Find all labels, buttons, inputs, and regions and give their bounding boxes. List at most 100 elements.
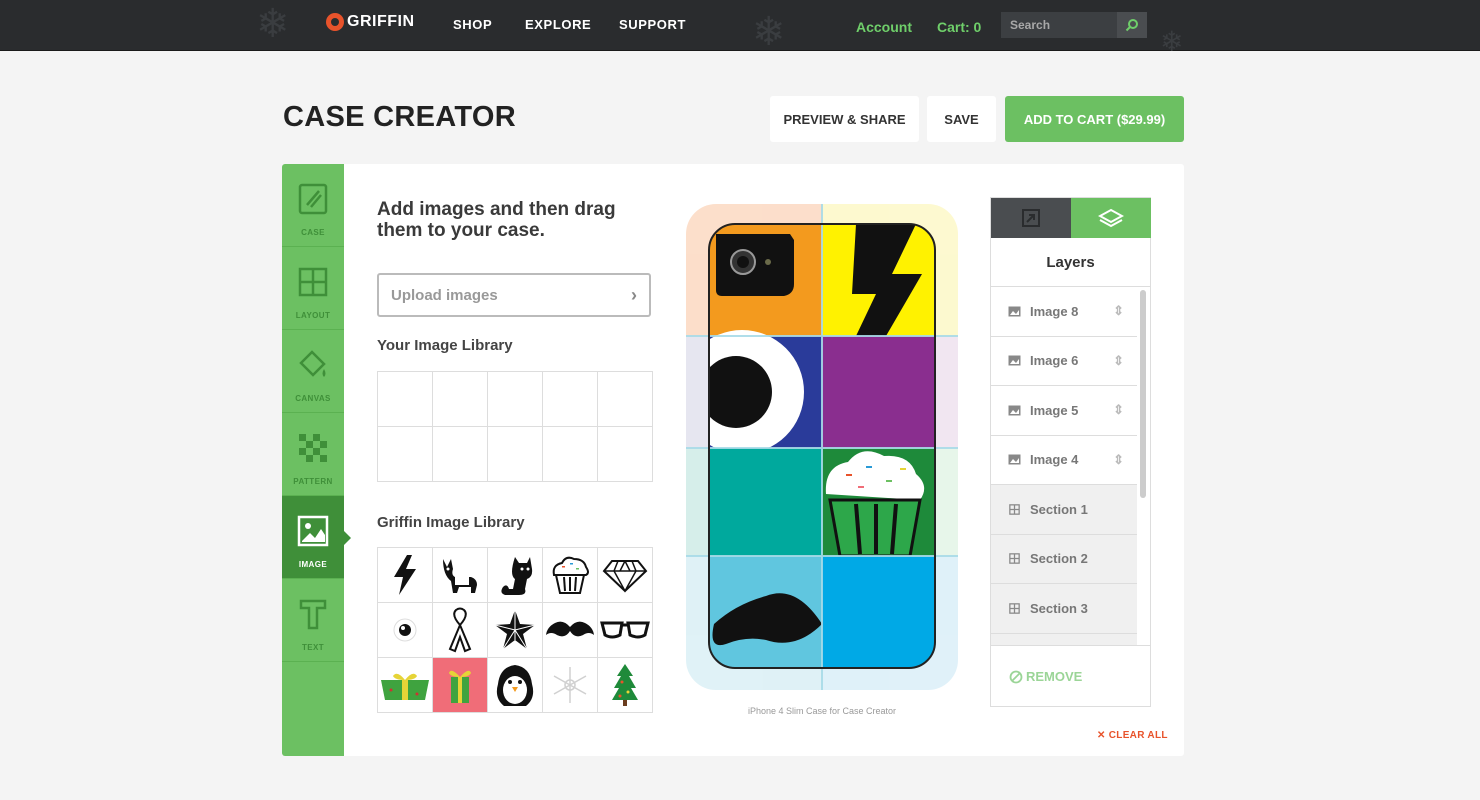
library-image[interactable] xyxy=(488,658,543,713)
layer-row[interactable]: Image 6 ⇕ xyxy=(991,337,1137,386)
glasses-icon xyxy=(600,621,650,639)
snowflake-decoration-icon: ❄ xyxy=(1160,25,1184,58)
search-button[interactable] xyxy=(1117,12,1147,38)
library-image[interactable] xyxy=(378,603,433,658)
add-to-cart-button[interactable]: ADD TO CART ($29.99) xyxy=(1005,96,1184,142)
case-section-8[interactable] xyxy=(822,556,938,670)
library-image[interactable] xyxy=(543,658,598,713)
sidebar-item-canvas[interactable]: CANVAS xyxy=(282,330,344,413)
section-grid-icon xyxy=(1009,602,1020,614)
your-image-library-grid xyxy=(377,371,653,482)
layers-title: Layers xyxy=(991,238,1150,287)
empty-library-slot[interactable] xyxy=(378,427,433,482)
library-image[interactable] xyxy=(488,548,543,603)
drag-handle-icon[interactable]: ⇕ xyxy=(1113,353,1124,369)
resize-icon xyxy=(1022,209,1040,227)
cart-link[interactable]: Cart: 0 xyxy=(937,19,981,35)
library-image[interactable] xyxy=(488,603,543,658)
empty-library-slot[interactable] xyxy=(543,427,598,482)
drag-handle-icon[interactable]: ⇕ xyxy=(1113,452,1124,468)
library-image[interactable] xyxy=(598,658,653,713)
nav-link-explore[interactable]: EXPLORE xyxy=(525,17,591,32)
sidebar-item-image[interactable]: IMAGE xyxy=(282,496,351,579)
nautical-star-icon xyxy=(494,610,536,650)
layer-row[interactable]: Section 3 xyxy=(991,584,1137,634)
sidebar-item-label: PATTERN xyxy=(293,477,333,486)
case-section-5[interactable] xyxy=(706,448,822,556)
clear-all-button[interactable]: ✕ CLEAR ALL xyxy=(1097,730,1168,741)
drag-handle-icon[interactable]: ⇕ xyxy=(1113,303,1124,319)
empty-library-slot[interactable] xyxy=(488,427,543,482)
save-button[interactable]: SAVE xyxy=(927,96,996,142)
sidebar-item-label: IMAGE xyxy=(298,560,328,569)
layer-list-scrollbar[interactable] xyxy=(1140,290,1146,498)
mustache-icon xyxy=(546,621,594,637)
nav-link-support[interactable]: SUPPORT xyxy=(619,17,686,32)
snowflake-decoration-icon: ❄ xyxy=(752,9,786,55)
layer-row[interactable]: Image 5 ⇕ xyxy=(991,386,1137,436)
empty-library-slot[interactable] xyxy=(488,372,543,427)
account-link[interactable]: Account xyxy=(856,19,912,35)
tab-resize[interactable] xyxy=(991,198,1071,238)
christmas-tree-icon xyxy=(612,664,638,706)
search-input[interactable] xyxy=(1001,12,1117,38)
library-image[interactable] xyxy=(378,658,433,713)
layer-row[interactable]: Image 8 ⇕ xyxy=(991,287,1137,337)
empty-library-slot[interactable] xyxy=(378,372,433,427)
remove-label: REMOVE xyxy=(1026,669,1083,684)
instruction-text: Add images and then drag them to your ca… xyxy=(377,199,616,241)
logo-text: GRIFFIN xyxy=(347,13,415,30)
layer-label: Section 3 xyxy=(1030,600,1088,616)
sidebar-item-case[interactable]: CASE xyxy=(282,164,344,247)
top-nav: ❄ ❄ ❄ GRIFFIN SHOP EXPLORE SUPPORT Accou… xyxy=(0,0,1480,56)
layer-label: Section 1 xyxy=(1030,501,1088,517)
library-image[interactable] xyxy=(598,548,653,603)
library-image-selected[interactable] xyxy=(433,658,488,713)
close-icon: ✕ xyxy=(1097,730,1106,741)
layers-panel-tabs xyxy=(991,198,1151,238)
layer-row[interactable]: Section 2 xyxy=(991,534,1137,584)
layer-row[interactable]: Section 1 xyxy=(991,485,1137,535)
remove-button[interactable]: REMOVE xyxy=(991,645,1150,707)
sidebar-item-text[interactable]: TEXT xyxy=(282,579,344,662)
layer-label: Image 5 xyxy=(1030,402,1079,418)
library-image[interactable] xyxy=(598,603,653,658)
sidebar-item-layout[interactable]: LAYOUT xyxy=(282,247,344,330)
library-image[interactable] xyxy=(543,548,598,603)
drag-handle-icon[interactable]: ⇕ xyxy=(1113,402,1124,418)
case-section-4[interactable] xyxy=(822,336,938,448)
section-grid-icon xyxy=(1009,553,1020,565)
penguin-icon xyxy=(496,665,534,706)
preview-share-button[interactable]: PREVIEW & SHARE xyxy=(770,96,919,142)
checker-pattern-icon xyxy=(299,434,327,462)
case-icon xyxy=(298,183,328,215)
empty-library-slot[interactable] xyxy=(598,427,653,482)
phone-case-canvas[interactable] xyxy=(686,204,958,690)
image-layer-icon xyxy=(1008,306,1021,317)
page-title: CASE CREATOR xyxy=(283,101,516,133)
empty-library-slot[interactable] xyxy=(433,427,488,482)
library-image[interactable] xyxy=(433,548,488,603)
empty-library-slot[interactable] xyxy=(543,372,598,427)
library-image[interactable] xyxy=(378,548,433,603)
image-layer-icon xyxy=(1008,405,1021,416)
search-box xyxy=(1001,12,1147,38)
section-grid-icon xyxy=(1009,503,1020,515)
library-image[interactable] xyxy=(543,603,598,658)
empty-library-slot[interactable] xyxy=(598,372,653,427)
layer-row[interactable]: Image 4 ⇕ xyxy=(991,436,1137,485)
green-gift-icon xyxy=(381,673,429,700)
sidebar-item-label: CASE xyxy=(301,228,325,237)
cupcake-icon xyxy=(552,556,589,594)
upload-images-button[interactable]: Upload images › xyxy=(377,273,651,317)
library-image[interactable] xyxy=(433,603,488,658)
layer-row[interactable] xyxy=(991,633,1137,645)
sidebar-item-label: CANVAS xyxy=(295,394,331,403)
griffin-logo[interactable]: GRIFFIN xyxy=(326,13,415,31)
tab-layers[interactable] xyxy=(1071,198,1151,238)
clear-all-label: CLEAR ALL xyxy=(1108,730,1168,741)
nav-link-shop[interactable]: SHOP xyxy=(453,17,492,32)
empty-library-slot[interactable] xyxy=(433,372,488,427)
sidebar-item-pattern[interactable]: PATTERN xyxy=(282,413,344,496)
layers-panel: Layers Image 8 ⇕ Image 6 ⇕ Image 5 ⇕ Ima… xyxy=(990,197,1151,707)
